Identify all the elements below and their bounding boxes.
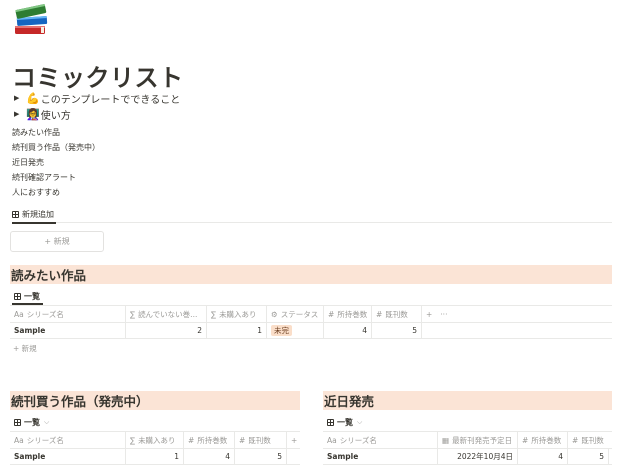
column-header[interactable]: # 既刊数 xyxy=(372,306,422,322)
formula-icon: ∑ xyxy=(130,309,136,319)
status-cell[interactable]: 未完 xyxy=(267,323,324,338)
column-header[interactable]: ∑ 未購入あり xyxy=(207,306,267,322)
link-buy-sequel[interactable]: 続刊買う作品（発売中） xyxy=(12,142,100,153)
table-header: Aa シリーズ名 ∑ 未購入あり # 所持巻数 # 既刊数 + xyxy=(10,431,300,448)
view-tab-list[interactable]: 一覧 ⌵ xyxy=(14,415,49,429)
page-title: コミックリスト xyxy=(12,64,184,92)
view-label: 一覧 xyxy=(337,417,353,427)
tab-new-add[interactable]: 新規追加 xyxy=(12,205,56,224)
column-header[interactable]: # 所持巻数 xyxy=(518,432,568,448)
release-date-cell[interactable]: 2022年10月4日 xyxy=(438,449,518,464)
link-want-to-read[interactable]: 読みたい作品 xyxy=(12,127,60,138)
table-row[interactable]: Sample 2 1 未完 4 5 xyxy=(10,322,612,339)
series-name-cell[interactable]: Sample xyxy=(323,449,438,464)
section-title: 近日発売 xyxy=(324,394,375,409)
link-recommend[interactable]: 人におすすめ xyxy=(12,187,60,198)
text-property-icon: Aa xyxy=(14,435,24,445)
number-icon: # xyxy=(239,435,246,445)
column-header[interactable]: ∑ 読んでいない巻... xyxy=(126,306,207,322)
table-buy: Aa シリーズ名 ∑ 未購入あり # 所持巻数 # 既刊数 + Sample 1 4 5 xyxy=(10,431,300,468)
column-tools: + ··· xyxy=(422,306,482,322)
view-label: 一覧 xyxy=(24,417,40,427)
number-icon: # xyxy=(188,435,195,445)
number-icon: # xyxy=(376,309,383,319)
number-icon: # xyxy=(572,435,579,445)
number-icon: # xyxy=(522,435,529,445)
number-icon: # xyxy=(328,309,335,319)
table-icon xyxy=(327,418,334,426)
table-header: Aa シリーズ名 ∑ 読んでいない巻... ∑ 未購入あり ⚙ ステータス # 所持巻数 … xyxy=(10,305,612,322)
column-header[interactable]: # 所持巻数 xyxy=(324,306,372,322)
flexed-biceps-icon: 💪 xyxy=(26,91,40,105)
toggle-label: このテンプレートでできること xyxy=(40,94,181,106)
column-header[interactable]: ▦ 最新刊発売予定日 xyxy=(438,432,518,448)
link-sequel-alert[interactable]: 続刊確認アラート xyxy=(12,172,76,183)
table-icon xyxy=(14,418,21,426)
toggle-triangle-icon[interactable]: ▶ xyxy=(14,110,26,118)
new-entry-button[interactable]: + 新規 xyxy=(10,231,104,252)
published-cell[interactable]: 5 xyxy=(372,323,422,338)
chevron-down-icon: ⌵ xyxy=(44,417,50,426)
text-property-icon: Aa xyxy=(14,309,24,319)
toggle-label: 使い方 xyxy=(40,110,71,122)
table-icon xyxy=(12,210,19,218)
status-icon: ⚙ xyxy=(271,309,278,319)
table-header: Aa シリーズ名 ▦ 最新刊発売予定日 # 所持巻数 # 既刊数 xyxy=(323,431,612,448)
view-tab-list[interactable]: 一覧 xyxy=(14,289,40,303)
books-icon xyxy=(12,2,50,38)
section-header-want: 読みたい作品 xyxy=(10,265,612,284)
column-tools: + xyxy=(287,432,300,448)
formula-icon: ∑ xyxy=(211,309,217,319)
table-row[interactable]: Sample 2022年10月4日 4 5 xyxy=(323,448,612,465)
add-column-icon[interactable]: + xyxy=(426,310,432,319)
column-header[interactable]: Aa シリーズ名 xyxy=(10,432,126,448)
toggle-howto[interactable]: ▶ 👩‍🏫 使い方 xyxy=(14,106,71,122)
calendar-icon: ▦ xyxy=(442,435,450,445)
tab-label: 新規追加 xyxy=(22,209,54,219)
view-tab-list[interactable]: 一覧 ⌵ xyxy=(327,415,362,429)
column-header[interactable]: Aa シリーズ名 xyxy=(323,432,438,448)
text-property-icon: Aa xyxy=(327,435,337,445)
add-row-button[interactable]: + 新規 xyxy=(13,341,37,355)
series-name-cell[interactable]: Sample xyxy=(10,449,126,464)
column-header[interactable]: ∑ 未購入あり xyxy=(126,432,184,448)
column-header[interactable]: Aa シリーズ名 xyxy=(10,306,126,322)
unread-cell[interactable]: 2 xyxy=(126,323,207,338)
toggle-features[interactable]: ▶ 💪 このテンプレートでできること xyxy=(14,90,180,106)
table-want: Aa シリーズ名 ∑ 読んでいない巻... ∑ 未購入あり ⚙ ステータス # 所持巻数 … xyxy=(10,305,612,357)
status-badge: 未完 xyxy=(271,325,292,336)
owned-cell[interactable]: 4 xyxy=(324,323,372,338)
unpurchased-cell[interactable]: 1 xyxy=(126,449,184,464)
database-tabs: 新規追加 xyxy=(12,205,612,224)
view-label: 一覧 xyxy=(24,291,40,301)
published-cell[interactable]: 5 xyxy=(568,449,609,464)
unpurchased-cell[interactable]: 1 xyxy=(207,323,267,338)
table-soon: Aa シリーズ名 ▦ 最新刊発売予定日 # 所持巻数 # 既刊数 Sample 2022… xyxy=(323,431,612,468)
table-row[interactable]: Sample 1 4 5 xyxy=(10,448,300,465)
chevron-down-icon: ⌵ xyxy=(357,417,363,426)
column-header[interactable]: # 既刊数 xyxy=(568,432,612,448)
table-icon xyxy=(14,292,21,300)
toggle-triangle-icon[interactable]: ▶ xyxy=(14,94,26,102)
more-icon[interactable]: ··· xyxy=(440,310,447,319)
section-header-soon: 近日発売 xyxy=(323,391,612,410)
section-title: 読みたい作品 xyxy=(11,268,87,283)
teacher-icon: 👩‍🏫 xyxy=(26,107,40,121)
published-cell[interactable]: 5 xyxy=(235,449,287,464)
section-header-buy: 続刊買う作品（発売中） xyxy=(10,391,300,410)
column-header[interactable]: # 所持巻数 xyxy=(184,432,235,448)
owned-cell[interactable]: 4 xyxy=(184,449,235,464)
owned-cell[interactable]: 4 xyxy=(518,449,568,464)
column-header[interactable]: # 既刊数 xyxy=(235,432,287,448)
add-column-icon[interactable]: + xyxy=(291,436,297,445)
link-coming-soon[interactable]: 近日発売 xyxy=(12,157,44,168)
series-name-cell[interactable]: Sample xyxy=(10,323,126,338)
formula-icon: ∑ xyxy=(130,435,136,445)
section-title: 続刊買う作品（発売中） xyxy=(11,394,149,409)
column-header[interactable]: ⚙ ステータス xyxy=(267,306,324,322)
